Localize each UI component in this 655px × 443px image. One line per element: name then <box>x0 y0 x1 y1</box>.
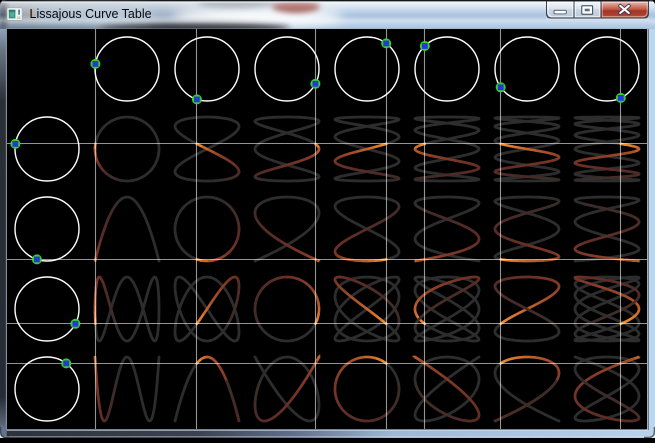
svg-text:Lissajous Curve Table: Lissajous Curve Table <box>30 7 152 21</box>
